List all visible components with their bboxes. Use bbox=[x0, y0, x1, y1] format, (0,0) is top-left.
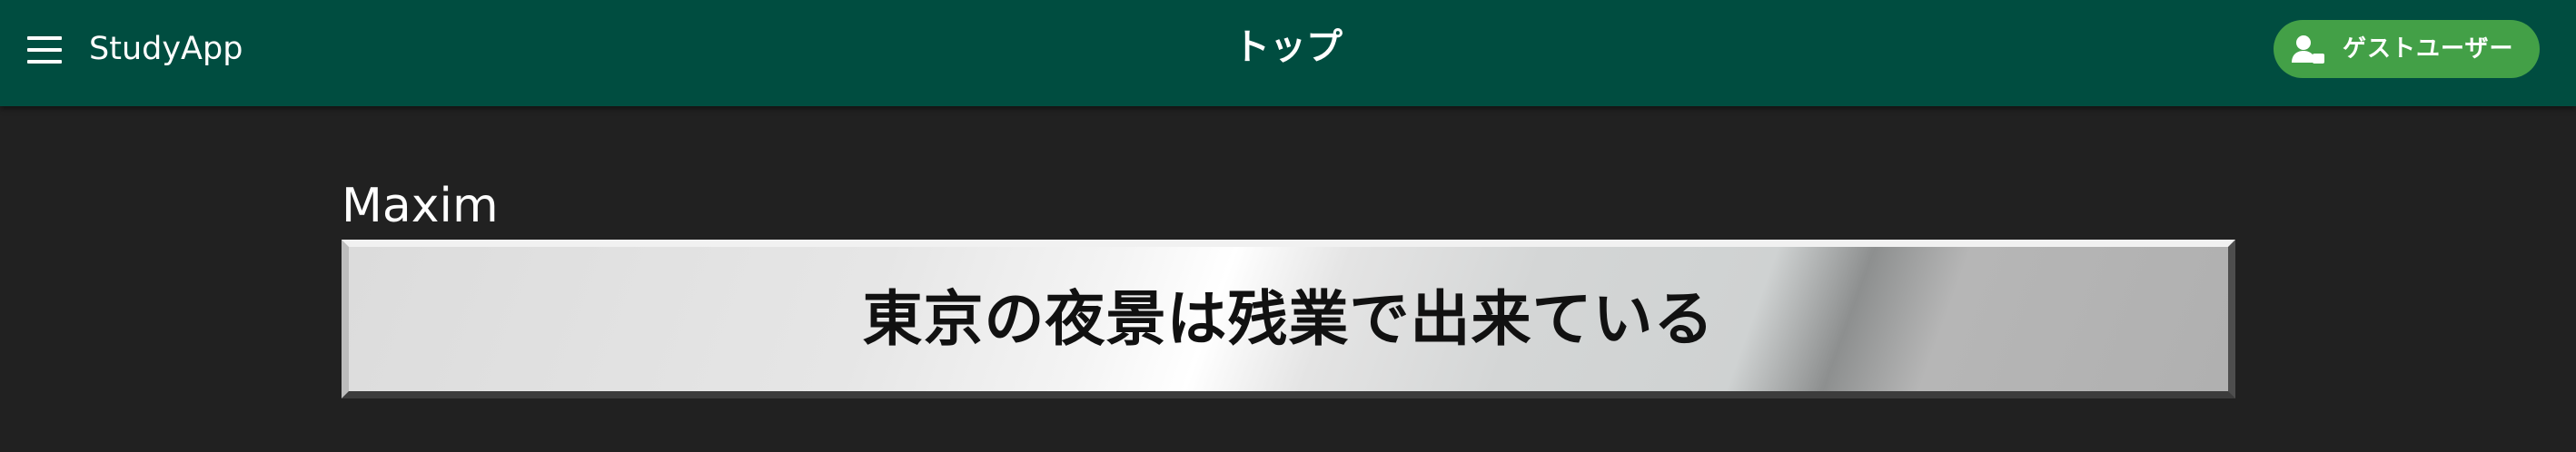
maxim-author: Maxim bbox=[342, 179, 499, 233]
guest-user-label: ゲストユーザー bbox=[2343, 35, 2514, 63]
person-icon bbox=[2292, 35, 2324, 64]
maxim-card: 東京の夜景は残業で出来ている bbox=[342, 240, 2235, 398]
app-title[interactable]: StudyApp bbox=[89, 25, 243, 74]
guest-user-button[interactable]: ゲストユーザー bbox=[2274, 20, 2540, 78]
maxim-text: 東京の夜景は残業で出来ている bbox=[862, 283, 1715, 354]
hamburger-menu-icon[interactable] bbox=[27, 36, 62, 64]
page-title: トップ bbox=[1234, 26, 1342, 68]
app-bar: StudyApp トップ ゲストユーザー bbox=[0, 0, 2576, 106]
